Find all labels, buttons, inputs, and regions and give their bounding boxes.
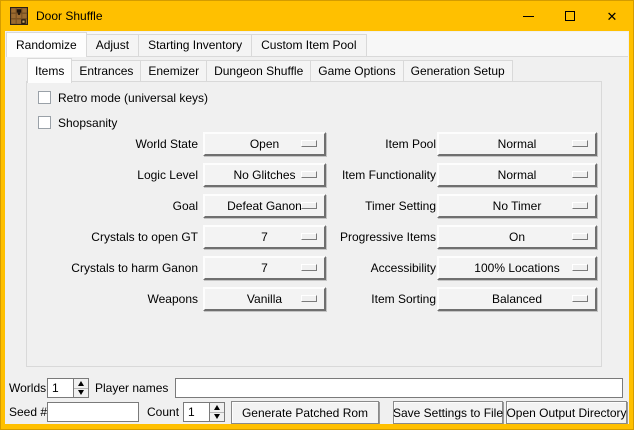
minimize-icon (523, 16, 534, 17)
maximize-icon (565, 11, 575, 21)
timer-setting-dropdown[interactable]: No Timer (437, 194, 597, 218)
item-pool-value: Normal (498, 137, 537, 151)
worlds-label: Worlds (9, 378, 46, 398)
items-pane: Retro mode (universal keys) Shopsanity W… (26, 81, 602, 367)
window-title: Door Shuffle (36, 9, 103, 23)
arrow-down-icon (214, 414, 220, 419)
tab-items[interactable]: Items (27, 58, 72, 83)
worlds-value[interactable]: 1 (48, 379, 73, 397)
arrow-down-icon (78, 390, 84, 395)
worlds-spin-arrows (73, 379, 88, 397)
dropdown-indicator-icon (572, 264, 588, 271)
tab-generation-setup[interactable]: Generation Setup (403, 60, 513, 82)
shopsanity-label: Shopsanity (58, 116, 117, 130)
worlds-spinbox[interactable]: 1 (47, 378, 89, 398)
main-tab-strip: Randomize Adjust Starting Inventory Cust… (6, 32, 628, 57)
progressive-items-label: Progressive Items (237, 225, 436, 249)
close-button[interactable]: ✕ (591, 1, 633, 31)
retro-mode-checkbox-row: Retro mode (universal keys) (38, 90, 208, 105)
shopsanity-checkbox[interactable] (38, 116, 51, 129)
count-spinbox[interactable]: 1 (183, 402, 225, 422)
world-state-label: World State (27, 132, 198, 156)
progressive-items-value: On (509, 230, 525, 244)
progressive-items-dropdown[interactable]: On (437, 225, 597, 249)
dropdown-indicator-icon (572, 295, 588, 302)
crystals-gt-label: Crystals to open GT (27, 225, 198, 249)
dropdown-indicator-icon (572, 171, 588, 178)
tab-custom-item-pool[interactable]: Custom Item Pool (251, 34, 366, 56)
dropdown-indicator-icon (572, 140, 588, 147)
tab-entrances[interactable]: Entrances (71, 60, 141, 82)
count-label: Count (147, 402, 179, 422)
count-spin-up-button[interactable] (210, 403, 224, 412)
player-names-input[interactable] (175, 378, 623, 398)
open-output-directory-button[interactable]: Open Output Directory (506, 401, 627, 424)
window-body: Randomize Adjust Starting Inventory Cust… (5, 31, 629, 424)
accessibility-dropdown[interactable]: 100% Locations (437, 256, 597, 280)
timer-setting-value: No Timer (493, 199, 542, 213)
tab-enemizer[interactable]: Enemizer (140, 60, 207, 82)
player-names-label: Player names (95, 378, 168, 398)
shopsanity-checkbox-row: Shopsanity (38, 115, 117, 130)
count-value[interactable]: 1 (184, 403, 209, 421)
count-spin-down-button[interactable] (210, 412, 224, 422)
retro-mode-label: Retro mode (universal keys) (58, 91, 208, 105)
title-bar: Door Shuffle ✕ (1, 1, 633, 31)
item-pool-dropdown[interactable]: Normal (437, 132, 597, 156)
count-spin-arrows (209, 403, 224, 421)
seed-label: Seed # (9, 402, 47, 422)
accessibility-value: 100% Locations (474, 261, 559, 275)
seed-input[interactable] (47, 402, 139, 422)
tab-randomize[interactable]: Randomize (6, 32, 87, 57)
weapons-label: Weapons (27, 287, 198, 311)
logic-level-label: Logic Level (27, 163, 198, 187)
dropdown-indicator-icon (572, 202, 588, 209)
window-controls: ✕ (507, 1, 633, 31)
goal-label: Goal (27, 194, 198, 218)
tab-game-options[interactable]: Game Options (310, 60, 403, 82)
maximize-button[interactable] (549, 1, 591, 31)
timer-setting-label: Timer Setting (237, 194, 436, 218)
accessibility-label: Accessibility (237, 256, 436, 280)
tab-adjust[interactable]: Adjust (86, 34, 139, 56)
app-door-icon (10, 7, 28, 25)
close-icon: ✕ (607, 10, 618, 23)
item-functionality-dropdown[interactable]: Normal (437, 163, 597, 187)
retro-mode-checkbox[interactable] (38, 91, 51, 104)
worlds-spin-up-button[interactable] (74, 379, 88, 388)
arrow-up-icon (214, 405, 220, 410)
item-sorting-dropdown[interactable]: Balanced (437, 287, 597, 311)
randomize-sub-tab-strip: Items Entrances Enemizer Dungeon Shuffle… (27, 58, 513, 82)
generate-patched-rom-button[interactable]: Generate Patched Rom (231, 401, 379, 424)
door-shuffle-window: Door Shuffle ✕ Randomize Adjust Starting… (0, 0, 634, 430)
dropdown-indicator-icon (572, 233, 588, 240)
minimize-button[interactable] (507, 1, 549, 31)
item-sorting-value: Balanced (492, 292, 542, 306)
arrow-up-icon (78, 381, 84, 386)
item-pool-label: Item Pool (237, 132, 436, 156)
crystals-ganon-label: Crystals to harm Ganon (27, 256, 198, 280)
worlds-spin-down-button[interactable] (74, 388, 88, 398)
item-sorting-label: Item Sorting (237, 287, 436, 311)
tab-dungeon-shuffle[interactable]: Dungeon Shuffle (206, 60, 311, 82)
item-functionality-value: Normal (498, 168, 537, 182)
tab-starting-inventory[interactable]: Starting Inventory (138, 34, 252, 56)
save-settings-button[interactable]: Save Settings to File (393, 401, 503, 424)
item-functionality-label: Item Functionality (237, 163, 436, 187)
